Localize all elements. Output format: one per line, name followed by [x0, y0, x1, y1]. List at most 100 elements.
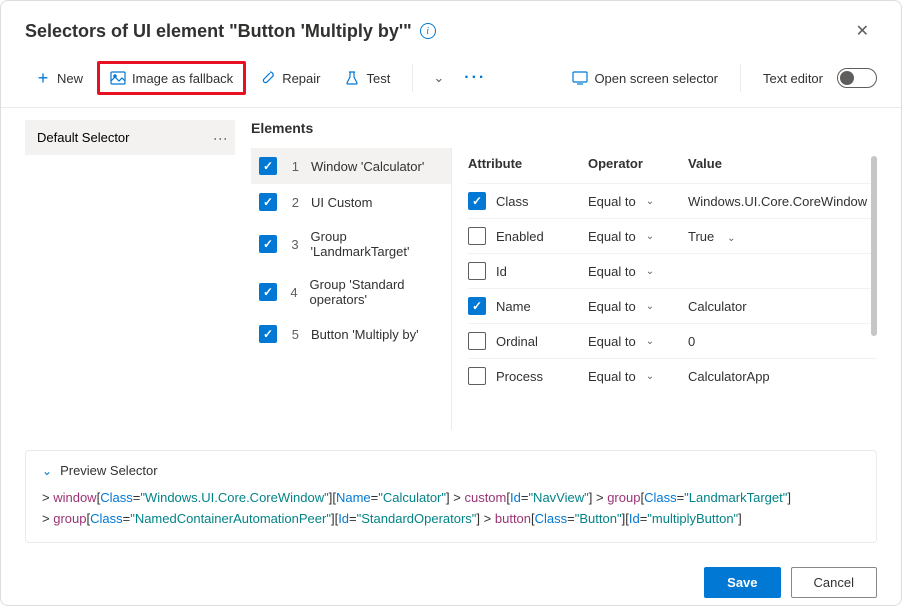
attribute-value[interactable]: CalculatorApp: [688, 369, 877, 384]
chevron-down-icon[interactable]: ⌄: [427, 64, 450, 92]
main-content: Default Selector ⋮ Elements 1 Window 'Ca…: [1, 108, 901, 438]
image-as-fallback-button[interactable]: Image as fallback: [97, 61, 246, 95]
col-operator: Operator: [588, 156, 688, 171]
attribute-row: Ordinal Equal to ⌄ 0: [468, 323, 877, 358]
image-fallback-label: Image as fallback: [132, 71, 233, 86]
text-editor-label: Text editor: [763, 71, 823, 86]
checkbox-icon[interactable]: [468, 262, 486, 280]
open-screen-label: Open screen selector: [594, 71, 718, 86]
element-label: UI Custom: [311, 195, 372, 210]
checkbox-icon[interactable]: [259, 283, 277, 301]
toolbar-divider: [740, 64, 741, 92]
chevron-down-icon[interactable]: ⌄: [646, 266, 654, 277]
element-row[interactable]: 5 Button 'Multiply by': [251, 316, 451, 352]
chevron-down-icon: ⌄: [42, 464, 52, 478]
attribute-row: Id Equal to ⌄: [468, 253, 877, 288]
element-row[interactable]: 4 Group 'Standard operators': [251, 268, 451, 316]
col-value: Value: [688, 156, 877, 171]
attribute-name: Name: [496, 299, 531, 314]
element-number: 3: [289, 237, 299, 252]
screen-icon: [572, 70, 588, 86]
elements-list: 1 Window 'Calculator' 2 UI Custom 3 Grou…: [251, 148, 451, 430]
operator-value[interactable]: Equal to: [588, 334, 636, 349]
operator-value[interactable]: Equal to: [588, 229, 636, 244]
attribute-name: Ordinal: [496, 334, 538, 349]
operator-value[interactable]: Equal to: [588, 264, 636, 279]
preview-toggle[interactable]: ⌄ Preview Selector: [42, 463, 860, 478]
close-button[interactable]: ✕: [848, 17, 877, 45]
checkbox-icon[interactable]: [259, 235, 277, 253]
col-attribute: Attribute: [468, 156, 588, 171]
more-icon[interactable]: ⋮: [219, 132, 223, 144]
attribute-name: Enabled: [496, 229, 544, 244]
save-button[interactable]: Save: [704, 567, 780, 598]
toolbar-divider: [412, 64, 413, 92]
checkbox-icon[interactable]: [259, 157, 277, 175]
selector-name: Default Selector: [37, 130, 130, 145]
checkbox-icon[interactable]: [468, 297, 486, 315]
checkbox-icon[interactable]: [468, 332, 486, 350]
element-row[interactable]: 3 Group 'LandmarkTarget': [251, 220, 451, 268]
scrollbar[interactable]: [871, 156, 877, 422]
operator-value[interactable]: Equal to: [588, 369, 636, 384]
chevron-down-icon[interactable]: ⌄: [646, 196, 654, 207]
attribute-row: Process Equal to ⌄ CalculatorApp: [468, 358, 877, 393]
element-number: 4: [289, 285, 298, 300]
repair-label: Repair: [282, 71, 320, 86]
elements-panel: Elements 1 Window 'Calculator' 2 UI Cust…: [251, 120, 877, 430]
element-label: Button 'Multiply by': [311, 327, 419, 342]
element-number: 1: [289, 159, 299, 174]
attribute-name: Id: [496, 264, 507, 279]
open-screen-selector-button[interactable]: Open screen selector: [562, 64, 728, 92]
chevron-down-icon[interactable]: ⌄: [646, 336, 654, 347]
checkbox-icon[interactable]: [259, 325, 277, 343]
toolbar: + New Image as fallback Repair Test ⌄ ··…: [1, 53, 901, 108]
attribute-value[interactable]: 0: [688, 334, 877, 349]
repair-button[interactable]: Repair: [250, 64, 330, 92]
selector-item-default[interactable]: Default Selector ⋮: [25, 120, 235, 155]
chevron-down-icon[interactable]: ⌄: [646, 371, 654, 382]
operator-value[interactable]: Equal to: [588, 194, 636, 209]
element-label: Group 'Standard operators': [310, 277, 443, 307]
new-button[interactable]: + New: [25, 64, 93, 92]
operator-value[interactable]: Equal to: [588, 299, 636, 314]
info-icon[interactable]: i: [420, 23, 436, 39]
checkbox-icon[interactable]: [259, 193, 277, 211]
cancel-button[interactable]: Cancel: [791, 567, 877, 598]
flask-icon: [344, 70, 360, 86]
text-editor-toggle[interactable]: [837, 68, 877, 88]
attribute-name: Class: [496, 194, 529, 209]
chevron-down-icon[interactable]: ⌄: [646, 231, 654, 242]
element-number: 2: [289, 195, 299, 210]
new-label: New: [57, 71, 83, 86]
attribute-value[interactable]: Windows.UI.Core.CoreWindow: [688, 194, 877, 209]
image-icon: [110, 70, 126, 86]
checkbox-icon[interactable]: [468, 367, 486, 385]
attributes-panel: Attribute Operator Value Class Equal to …: [451, 148, 877, 430]
dialog-header: Selectors of UI element "Button 'Multipl…: [1, 1, 901, 53]
element-label: Group 'LandmarkTarget': [311, 229, 443, 259]
attribute-value[interactable]: True ⌄: [688, 229, 877, 244]
plus-icon: +: [35, 70, 51, 86]
more-button[interactable]: ···: [454, 63, 496, 93]
attributes-header: Attribute Operator Value: [468, 148, 877, 183]
attribute-row: Enabled Equal to ⌄ True ⌄: [468, 218, 877, 253]
selectors-list: Default Selector ⋮: [25, 120, 235, 430]
chevron-down-icon[interactable]: ⌄: [646, 301, 654, 312]
preview-selector-panel: ⌄ Preview Selector > window[Class="Windo…: [25, 450, 877, 543]
attribute-value[interactable]: Calculator: [688, 299, 877, 314]
attribute-row: Name Equal to ⌄ Calculator: [468, 288, 877, 323]
wrench-icon: [260, 70, 276, 86]
dialog-footer: Save Cancel: [1, 555, 901, 614]
preview-title: Preview Selector: [60, 463, 158, 478]
element-number: 5: [289, 327, 299, 342]
element-row[interactable]: 1 Window 'Calculator': [251, 148, 451, 184]
checkbox-icon[interactable]: [468, 192, 486, 210]
dialog-title: Selectors of UI element "Button 'Multipl…: [25, 21, 412, 42]
element-row[interactable]: 2 UI Custom: [251, 184, 451, 220]
element-label: Window 'Calculator': [311, 159, 424, 174]
test-button[interactable]: Test: [334, 64, 400, 92]
chevron-down-icon[interactable]: ⌄: [727, 233, 735, 244]
checkbox-icon[interactable]: [468, 227, 486, 245]
attribute-name: Process: [496, 369, 543, 384]
